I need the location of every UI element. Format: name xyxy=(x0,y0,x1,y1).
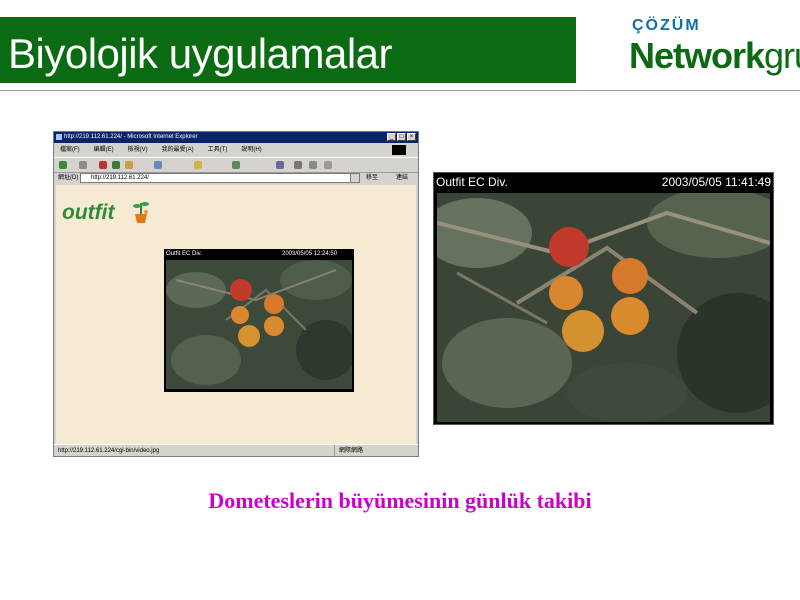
slide-title: Biyolojik uygulamalar xyxy=(8,30,393,77)
browser-status-bar: http://219.112.61.224/cgi-bin/video.jpg … xyxy=(54,444,418,457)
forward-icon[interactable] xyxy=(79,161,87,169)
go-button[interactable]: 移至 xyxy=(366,172,378,184)
back-icon[interactable] xyxy=(59,161,67,169)
stop-icon[interactable] xyxy=(99,161,107,169)
title-divider xyxy=(0,90,800,91)
close-icon[interactable]: × xyxy=(407,133,416,141)
mail-icon[interactable] xyxy=(276,161,284,169)
home-icon[interactable] xyxy=(125,161,133,169)
links-button[interactable]: 連結 xyxy=(396,172,408,184)
small-cam-timestamp: 2003/05/05 12:24:50 xyxy=(282,251,338,257)
small-cam-title: Outfit EC Div. xyxy=(166,251,202,257)
ie-window-icon xyxy=(56,134,62,140)
plant-pot-icon xyxy=(133,202,149,223)
windows-logo-icon xyxy=(392,145,406,155)
minimize-icon[interactable]: _ xyxy=(387,133,396,141)
menu-edit[interactable]: 編輯(E) xyxy=(94,147,114,153)
menu-tools[interactable]: 工具(T) xyxy=(208,147,228,153)
favorites-icon[interactable] xyxy=(194,161,202,169)
status-zone: 網際網路 xyxy=(334,445,363,457)
tomato-plant-photo-small xyxy=(166,260,352,389)
webcam-image-small: Outfit EC Div. 2003/05/05 12:24:50 xyxy=(164,249,354,392)
print-icon[interactable] xyxy=(294,161,302,169)
large-cam-timestamp: 2003/05/05 11:41:49 xyxy=(661,175,771,189)
logo-grup-text: grup xyxy=(764,35,800,76)
large-cam-title: Outfit EC Div. xyxy=(436,175,508,189)
browser-title-bar: http://219.112.61.224/ - Microsoft Inter… xyxy=(54,132,418,143)
address-label: 網址(D) xyxy=(58,175,79,181)
browser-menu-bar: 檔案(F) 編輯(E) 檢視(V) 我的最愛(A) 工具(T) 說明(H) xyxy=(54,144,418,156)
webcam-image-large: Outfit EC Div. 2003/05/05 11:41:49 xyxy=(433,172,774,425)
search-icon[interactable] xyxy=(154,161,162,169)
logo-network-text: Network xyxy=(629,35,765,76)
address-input[interactable]: http://219.112.61.224/ xyxy=(80,173,360,183)
browser-page-content: outfit Outfit EC Div. 2003/05/05 12:24:5… xyxy=(56,185,416,444)
menu-favorites[interactable]: 我的最愛(A) xyxy=(162,147,194,153)
menu-file[interactable]: 檔案(F) xyxy=(60,147,80,153)
address-value: http://219.112.61.224/ xyxy=(91,175,149,181)
address-bar: 網址(D) http://219.112.61.224/ 移至 連結 xyxy=(54,172,418,184)
maximize-icon[interactable]: □ xyxy=(397,133,406,141)
browser-toolbar xyxy=(54,157,418,173)
history-icon[interactable] xyxy=(232,161,240,169)
tomato-plant-photo-large xyxy=(437,193,770,422)
chevron-down-icon[interactable] xyxy=(350,174,359,182)
slide-caption: Dometeslerin büyümesinin günlük takibi xyxy=(208,488,592,513)
company-logo: Networkgrup xyxy=(629,36,800,76)
outfit-logo: outfit xyxy=(62,201,115,224)
browser-title-text: http://219.112.61.224/ - Microsoft Inter… xyxy=(64,134,198,140)
menu-view[interactable]: 檢視(V) xyxy=(128,147,148,153)
logo-cozum-text: ÇÖZÜM xyxy=(632,17,701,34)
discuss-icon[interactable] xyxy=(324,161,332,169)
refresh-icon[interactable] xyxy=(112,161,120,169)
status-url: http://219.112.61.224/cgi-bin/video.jpg xyxy=(58,448,160,454)
browser-window: http://219.112.61.224/ - Microsoft Inter… xyxy=(53,131,419,457)
edit-icon[interactable] xyxy=(309,161,317,169)
menu-help[interactable]: 說明(H) xyxy=(241,147,261,153)
